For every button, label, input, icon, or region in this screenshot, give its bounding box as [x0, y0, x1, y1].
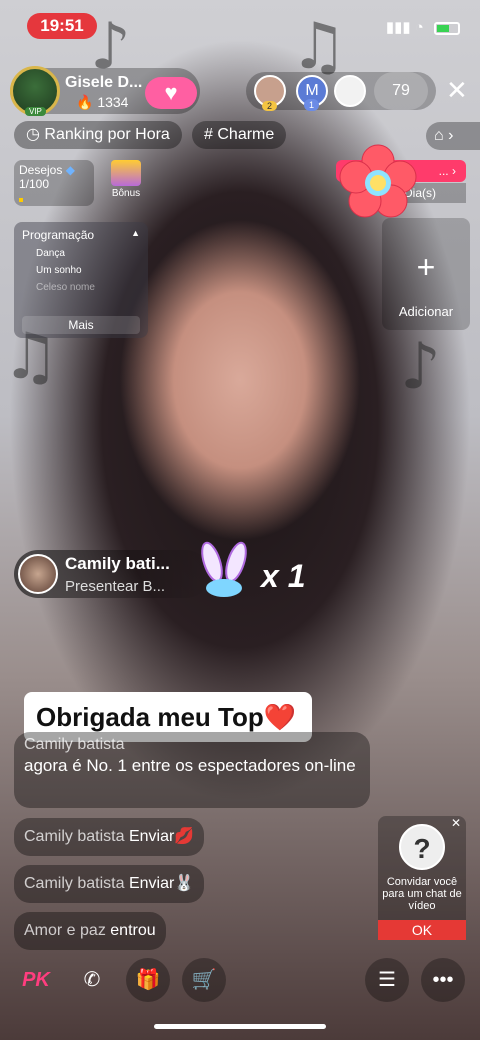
wishes-progress: 1/100	[19, 177, 50, 191]
chat-text: agora é No. 1 entre os espectadores on-l…	[24, 756, 356, 775]
chat-message[interactable]: Camily batista Enviar💋	[14, 818, 205, 856]
program-item[interactable]: Celeso nome	[22, 282, 140, 293]
close-icon[interactable]: ✕	[446, 76, 468, 104]
chat-text: Enviar🐰	[128, 875, 195, 892]
wishes-widget[interactable]: Desejos ◆ 1/100	[14, 160, 94, 206]
chat-username: Camily batista	[24, 875, 125, 892]
chat-message[interactable]: Camily batista agora é No. 1 entre os es…	[14, 732, 370, 808]
viewer-count[interactable]: 79	[374, 72, 428, 110]
program-item[interactable]: Um sonho	[22, 265, 140, 276]
gift-sender-avatar	[18, 554, 58, 594]
bonus-label: Bônus	[111, 188, 141, 199]
hashtag-icon: #	[204, 126, 213, 143]
close-icon[interactable]: ✕	[451, 816, 461, 830]
video-call-icon[interactable]: ✆	[70, 958, 114, 1002]
bonus-button[interactable]: Bônus	[106, 160, 146, 206]
charm-tag-pill[interactable]: # Charme	[192, 121, 287, 149]
winged-heart-icon: ♥	[164, 80, 178, 105]
chevron-right-icon: ›	[452, 164, 456, 178]
bunny-ears-gift-icon	[201, 541, 247, 597]
menu-icon[interactable]: ☰	[365, 958, 409, 1002]
gem-icon: ◆	[65, 163, 75, 177]
ranking-hour-pill[interactable]: ◷ Ranking por Hora	[14, 121, 182, 149]
flame-icon: 🔥	[76, 94, 94, 110]
home-icon: ⌂	[434, 127, 444, 144]
add-label: Adicionar	[398, 304, 454, 319]
treasure-chest-icon	[111, 160, 141, 186]
program-more-button[interactable]: Mais	[22, 316, 140, 334]
signal-icon: ▮▮▮	[385, 19, 411, 36]
viewer-strip[interactable]: 2 M 1 79	[246, 72, 436, 111]
host-fans-count: 🔥 1334	[76, 94, 129, 110]
shopping-cart-icon[interactable]: 🛒	[182, 958, 226, 1002]
gift-box-icon[interactable]: 🎁	[126, 958, 170, 1002]
viewer-avatar[interactable]: 2	[254, 75, 286, 111]
program-panel[interactable]: Programação ▲ Dança Um sonho Celeso nome…	[14, 222, 148, 338]
wifi-icon: ◔	[414, 19, 424, 36]
program-title: Programação ▲	[22, 228, 140, 242]
chat-username: Camily batista	[24, 828, 125, 845]
plus-icon: +	[416, 249, 436, 285]
status-bar: 19:51 ▮▮▮ ◔	[0, 10, 480, 42]
chat-username: Camily batista	[24, 736, 125, 753]
chat-text: Enviar💋	[128, 828, 195, 845]
gift-action: Presentear B...	[65, 578, 166, 595]
chevron-right-icon: ›	[448, 127, 454, 144]
gift-count: x 1	[261, 558, 306, 594]
viewer-rank-badge: 1	[304, 99, 320, 111]
gift-sender-name: Camily bati...	[65, 554, 170, 573]
home-button[interactable]: ⌂ ›	[426, 122, 480, 150]
viewer-avatar[interactable]	[334, 75, 366, 107]
chat-text: entrou	[110, 922, 156, 939]
invite-ok-button[interactable]: OK	[378, 920, 466, 940]
battery-icon	[434, 21, 460, 35]
chat-message[interactable]: Camily batista Enviar🐰	[14, 865, 205, 903]
pk-button[interactable]: PK	[14, 958, 58, 1002]
vip-badge: VIP	[25, 107, 46, 116]
home-indicator	[154, 1024, 326, 1029]
video-chat-invite[interactable]: ✕ ? Convidar você para um chat de vídeo …	[378, 816, 466, 940]
program-item[interactable]: Dança	[22, 248, 140, 259]
invite-text: Convidar você para um chat de vídeo	[382, 876, 462, 912]
music-note-decoration: ♪	[400, 330, 441, 404]
wishes-progress-bar	[19, 198, 23, 202]
clock-icon: ◷	[26, 126, 40, 143]
gift-notification[interactable]: Camily bati... Presentear B...	[14, 550, 210, 598]
wishes-label: Desejos ◆	[19, 163, 75, 177]
viewer-avatar[interactable]: M 1	[296, 75, 328, 111]
caret-up-icon: ▲	[131, 228, 140, 238]
viewer-rank-badge: 2	[262, 101, 278, 111]
more-icon[interactable]: •••	[421, 958, 465, 1002]
chat-username: Amor e paz	[24, 922, 106, 939]
bottom-bar: PK ✆ 🎁 🛒 ☰ •••	[0, 956, 480, 1006]
status-icons: ▮▮▮ ◔	[386, 18, 460, 36]
follow-button[interactable]: ♥	[145, 77, 197, 109]
question-avatar-icon: ?	[399, 824, 445, 870]
add-box[interactable]: + Adicionar	[382, 218, 470, 330]
status-time: 19:51	[27, 13, 97, 39]
chat-message[interactable]: Amor e paz entrou	[14, 912, 166, 950]
host-name: Gisele D...	[65, 74, 143, 91]
flower-icon[interactable]	[338, 143, 418, 219]
